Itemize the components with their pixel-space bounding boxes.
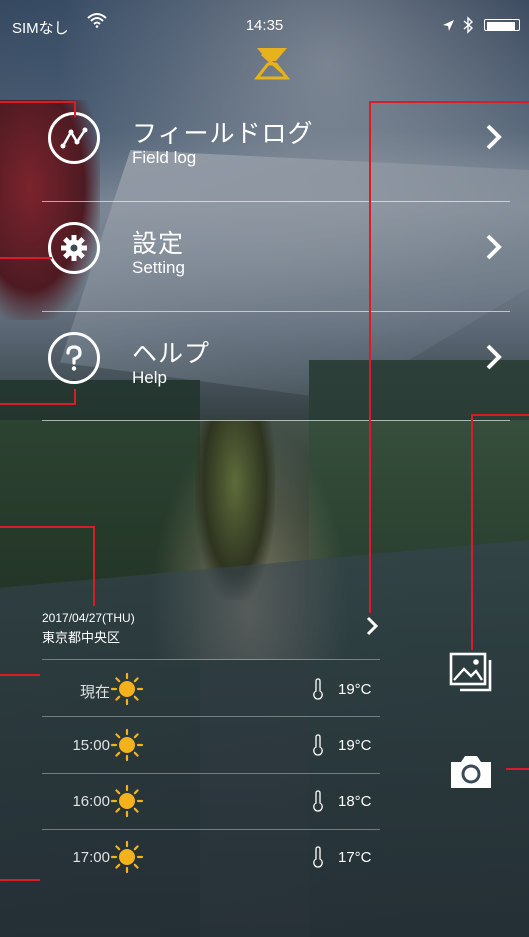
menu-divider bbox=[42, 201, 510, 202]
menu-divider bbox=[42, 420, 510, 421]
app-logo-icon bbox=[254, 48, 290, 80]
chevron-right-icon bbox=[486, 344, 502, 370]
weather-time: 16:00 bbox=[72, 793, 110, 810]
weather-divider bbox=[42, 659, 380, 660]
home-screen: SIMなし 14:35 フィールドログ Field log 設定 Setting… bbox=[0, 0, 529, 937]
menu-title: ヘルプ bbox=[132, 340, 211, 368]
gallery-icon[interactable] bbox=[449, 652, 495, 694]
sun-icon bbox=[110, 784, 144, 818]
menu-subtitle: Help bbox=[132, 368, 167, 387]
weather-time: 17:00 bbox=[72, 849, 110, 866]
sun-icon bbox=[110, 840, 144, 874]
menu-subtitle: Field log bbox=[132, 148, 197, 167]
weather-divider bbox=[42, 829, 380, 830]
menu-divider bbox=[42, 311, 510, 312]
menu-item-help[interactable]: ヘルプ Help bbox=[0, 318, 529, 428]
menu-title: 設定 bbox=[132, 230, 185, 258]
weather-divider bbox=[42, 773, 380, 774]
weather-time: 15:00 bbox=[72, 737, 110, 754]
weather-row: 16:00 18°C bbox=[42, 776, 380, 830]
camera-icon[interactable] bbox=[449, 754, 493, 790]
question-icon bbox=[48, 332, 100, 384]
activity-graph-icon bbox=[48, 112, 100, 164]
menu-item-setting[interactable]: 設定 Setting bbox=[0, 208, 529, 318]
thermometer-icon bbox=[313, 734, 323, 756]
weather-row: 現在 19°C bbox=[42, 664, 380, 718]
location-arrow-icon bbox=[443, 20, 454, 31]
bluetooth-icon bbox=[463, 16, 473, 34]
weather-time: 現在 bbox=[79, 684, 110, 701]
gear-icon bbox=[48, 222, 100, 274]
chevron-right-icon bbox=[486, 234, 502, 260]
chevron-right-icon bbox=[486, 124, 502, 150]
weather-divider bbox=[42, 716, 380, 717]
menu-subtitle: Setting bbox=[132, 258, 185, 277]
weather-temp: 19°C bbox=[338, 681, 372, 698]
chevron-right-icon[interactable] bbox=[365, 615, 379, 637]
sun-icon bbox=[110, 728, 144, 762]
weather-row: 17:00 17°C bbox=[42, 832, 380, 886]
weather-temp: 17°C bbox=[338, 849, 372, 866]
menu-title: フィールドログ bbox=[132, 120, 314, 148]
weather-temp: 18°C bbox=[338, 793, 372, 810]
thermometer-icon bbox=[313, 846, 323, 868]
status-bar: SIMなし 14:35 bbox=[0, 0, 529, 40]
weather-location: 東京都中央区 bbox=[42, 630, 121, 645]
sun-icon bbox=[110, 672, 144, 706]
battery-icon bbox=[484, 19, 524, 33]
weather-row: 15:00 19°C bbox=[42, 720, 380, 774]
weather-date: 2017/04/27(THU) bbox=[42, 611, 135, 625]
weather-temp: 19°C bbox=[338, 737, 372, 754]
thermometer-icon bbox=[313, 790, 323, 812]
thermometer-icon bbox=[313, 678, 323, 700]
menu-item-field-log[interactable]: フィールドログ Field log bbox=[0, 98, 529, 208]
